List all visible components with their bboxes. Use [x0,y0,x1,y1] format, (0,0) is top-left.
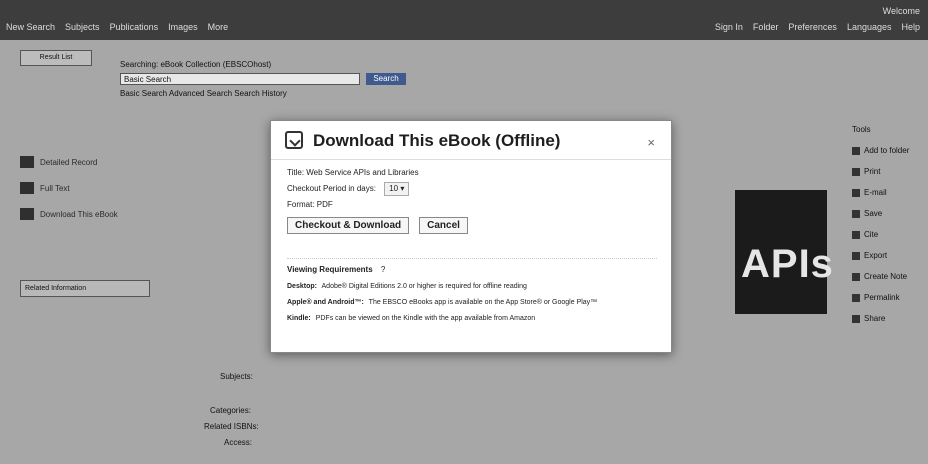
ebook-title-text: Title: Web Service APIs and Libraries [287,168,419,177]
tools-heading: Tools [852,125,871,134]
tool-save[interactable]: Save [852,209,924,218]
requirement-kindle: Kindle: PDFs can be viewed on the Kindle… [287,315,536,322]
search-db-label: Searching: eBook Collection (EBSCOhost) [120,60,272,69]
format-text: Format: PDF [287,200,333,209]
dialog-body: Title: Web Service APIs and Libraries Ch… [287,165,657,322]
tool-email[interactable]: E-mail [852,188,924,197]
tool-create-note[interactable]: Create Note [852,272,924,281]
dialog-buttons: Checkout & Download Cancel [287,217,657,234]
share-icon [852,314,860,323]
print-icon [852,167,860,176]
note-icon [852,272,860,281]
detailed-record-link[interactable]: Detailed Record [20,156,150,168]
related-info-box: Related Information [20,280,150,297]
save-icon [852,209,860,218]
checkout-period-row: Checkout Period in days: 10 ▾ [287,181,657,197]
search-button[interactable]: Search [366,73,406,85]
nav-more[interactable]: More [208,22,229,32]
export-icon [852,251,860,260]
nav-subjects[interactable]: Subjects [65,22,100,32]
nav-preferences[interactable]: Preferences [788,22,837,32]
nav-help[interactable]: Help [901,22,920,32]
requirement-mobile: Apple® and Android™: The EBSCO eBooks ap… [287,299,598,306]
nav-publications[interactable]: Publications [110,22,159,32]
search-links[interactable]: Basic Search Advanced Search Search Hist… [120,89,440,98]
close-button[interactable]: × [647,135,655,150]
top-nav-right: Sign In Folder Preferences Languages Hel… [715,22,920,32]
cite-icon [852,230,860,239]
checkout-period-label: Checkout Period in days: [287,184,376,193]
download-icon [285,131,303,149]
requirement-desktop: Desktop: Adobe® Digital Editions 2.0 or … [287,283,527,290]
tool-cite[interactable]: Cite [852,230,924,239]
detail-categories: Categories: [210,406,251,415]
dialog-title: Download This eBook (Offline) [313,131,561,150]
user-greeting: Welcome [882,6,920,16]
link-icon [852,293,860,302]
detail-related-isbns: Related ISBNs: [204,422,259,431]
tool-share[interactable]: Share [852,314,924,323]
download-ebook-link[interactable]: Download This eBook [20,208,150,220]
checkout-download-button[interactable]: Checkout & Download [287,217,410,234]
detail-access: Access: [224,438,253,447]
email-icon [852,188,860,197]
requirements-heading: Viewing Requirements ? [287,265,386,274]
tool-add-to-folder[interactable]: Add to folder [852,146,924,155]
download-ebook-dialog: Download This eBook (Offline) × Title: W… [270,120,672,353]
dialog-header: Download This eBook (Offline) × [271,121,671,160]
checkout-period-select[interactable]: 10 ▾ [384,182,410,196]
viewing-requirements: Viewing Requirements ? Desktop: Adobe® D… [287,258,657,322]
search-area: Searching: eBook Collection (EBSCOhost) … [120,60,440,98]
cover-title: APIs [741,242,834,286]
nav-languages[interactable]: Languages [847,22,892,32]
download-icon [20,208,34,220]
cancel-button[interactable]: Cancel [419,217,468,234]
ebook-cover-image: APIs [735,190,833,314]
tool-permalink[interactable]: Permalink [852,293,924,302]
tool-export[interactable]: Export [852,251,924,260]
tool-print[interactable]: Print [852,167,924,176]
record-icon [20,156,34,168]
nav-images[interactable]: Images [168,22,198,32]
search-select[interactable]: Basic Search [120,73,360,85]
nav-new-search[interactable]: New Search [6,22,55,32]
help-icon[interactable]: ? [381,265,385,274]
detail-subjects: Subjects: [220,372,253,381]
result-list-link[interactable]: Result List [20,50,92,66]
top-nav-bar: Welcome New Search Subjects Publications… [0,0,928,40]
tools-column: Tools Add to folder Print E-mail Save Ci… [852,125,924,335]
pdf-icon [20,182,34,194]
chevron-down-icon: ▾ [400,184,405,193]
nav-folder[interactable]: Folder [753,22,779,32]
nav-sign-in[interactable]: Sign In [715,22,743,32]
top-nav-left: New Search Subjects Publications Images … [6,22,228,32]
folder-icon [852,146,860,155]
full-text-link[interactable]: Full Text [20,182,150,194]
